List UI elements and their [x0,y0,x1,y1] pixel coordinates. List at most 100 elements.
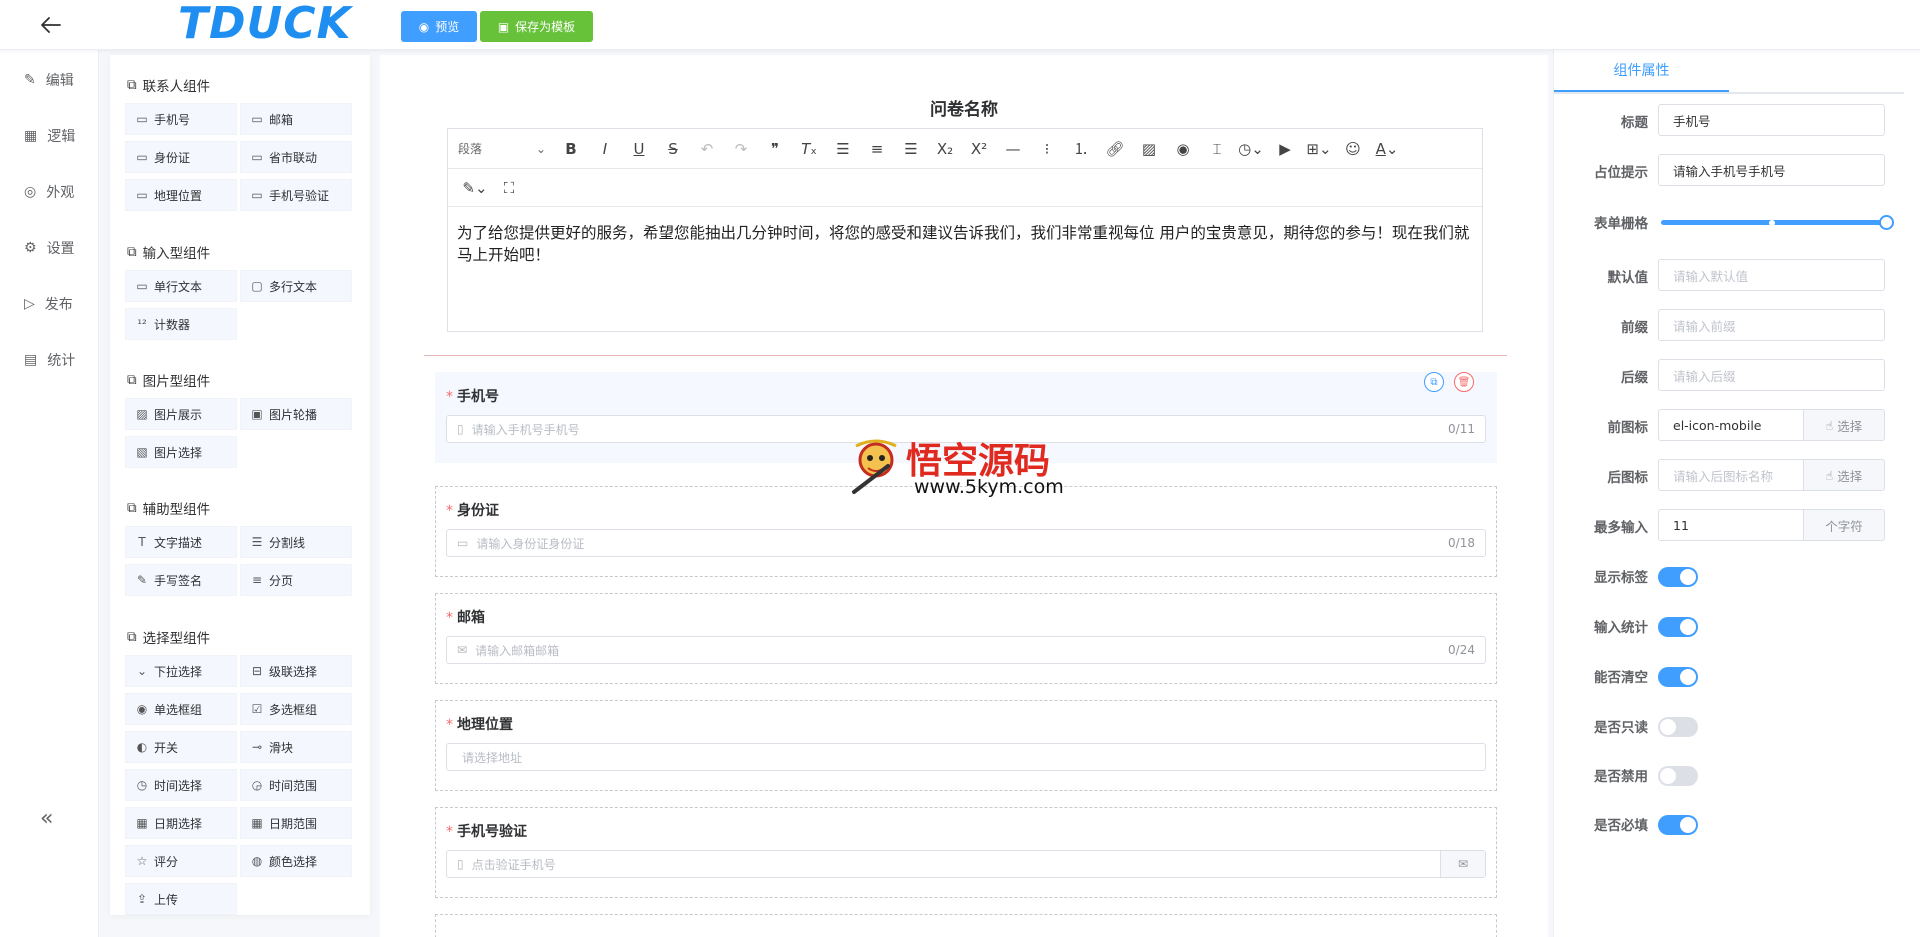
palette-item[interactable]: ≡ 分页 [240,564,352,596]
required-switch[interactable] [1658,815,1698,835]
suffix-icon-input[interactable]: 请输入后图标名称 [1658,459,1804,491]
align-right-icon[interactable]: ☰ [894,140,928,158]
disabled-switch[interactable] [1658,766,1698,786]
prefix-input[interactable]: 请输入前缀 [1658,309,1885,341]
default-value-input[interactable]: 请输入默认值 [1658,259,1885,291]
page-break-icon[interactable]: ⌶ [1200,140,1234,158]
nav-item-edit[interactable]: ✎ 编辑 [24,68,74,92]
suffix-input[interactable]: 请输入后缀 [1658,359,1885,391]
palette-item[interactable]: ▭ 省市联动 [240,141,352,173]
suffix-icon-choose-button[interactable]: ☝ 选择 [1804,459,1885,491]
palette-item[interactable]: ⇪ 上传 [125,883,237,915]
subscript-icon[interactable]: X₂ [928,140,962,158]
numbered-list-icon[interactable]: ⒈ [1064,138,1098,159]
palette-item[interactable]: ☰ 分割线 [240,526,352,558]
copy-icon[interactable]: ⧉ [1424,372,1444,392]
paragraph-select[interactable]: 段落 ⌄ [458,140,554,157]
palette-item[interactable]: ▭ 手机号 [125,103,237,135]
form-field-next[interactable] [435,914,1497,937]
palette-item[interactable]: ▭ 身份证 [125,141,237,173]
show-label-switch[interactable] [1658,567,1698,587]
palette-item[interactable]: ☑ 多选框组 [240,693,352,725]
superscript-icon[interactable]: X² [962,140,996,158]
palette-item[interactable]: ▭ 地理位置 [125,179,237,211]
horizontal-rule-icon[interactable]: — [996,140,1030,158]
palette-item[interactable]: ◷ 时间选择 [125,769,237,801]
prefix-icon-choose-button[interactable]: ☝ 选择 [1804,409,1885,441]
palette-item[interactable]: ▨ 图片展示 [125,398,237,430]
eye-icon[interactable]: ◉ [1166,140,1200,158]
nav-item-appearance[interactable]: ◎ 外观 [24,180,74,204]
strikethrough-icon[interactable]: S [656,140,690,158]
field-input[interactable]: ▯ 点击验证手机号 ✉ [446,850,1486,878]
palette-item[interactable]: ◶ 时间范围 [240,769,352,801]
form-field-phone-verify[interactable]: * 手机号验证 ▯ 点击验证手机号 ✉ [435,807,1497,898]
clear-format-icon[interactable]: Tₓ [792,140,826,158]
form-description[interactable]: 为了给您提供更好的服务，希望您能抽出几分钟时间，将您的感受和建议告诉我们，我们非… [457,222,1475,266]
palette-item[interactable]: ⌄ 下拉选择 [125,655,237,687]
table-icon[interactable]: ⊞⌄ [1302,140,1336,158]
quote-icon[interactable]: ❞ [758,140,792,158]
palette-item[interactable]: ▧ 图片选择 [125,436,237,468]
clock-icon[interactable]: ◷⌄ [1234,140,1268,158]
emoji-icon[interactable]: ☺ [1336,140,1370,158]
palette-item[interactable]: ✎ 手写签名 [125,564,237,596]
nav-item-statistics[interactable]: ▤ 统计 [24,348,75,372]
palette-item[interactable]: ◉ 单选框组 [125,693,237,725]
field-input[interactable]: ✉ 请输入邮箱邮箱 0/24 [446,636,1486,664]
nav-item-logic[interactable]: ▦ 逻辑 [24,124,75,148]
palette-item[interactable]: T 文字描述 [125,526,237,558]
nav-item-settings[interactable]: ⚙ 设置 [24,236,75,260]
video-icon[interactable]: ▶ [1268,140,1302,158]
readonly-switch[interactable] [1658,717,1698,737]
maxlength-input[interactable]: 11 [1658,509,1804,541]
form-title[interactable]: 问卷名称 [380,95,1548,120]
fullscreen-icon[interactable]: ⛶ [492,179,526,197]
palette-item[interactable]: ¹² 计数器 [125,308,237,340]
verify-button[interactable]: ✉ [1440,851,1485,877]
nav-item-publish[interactable]: ▷ 发布 [24,292,73,316]
palette-item[interactable]: ▭ 手机号验证 [240,179,352,211]
palette-item[interactable]: ▦ 日期选择 [125,807,237,839]
back-button[interactable] [38,12,64,38]
grid-slider[interactable] [1661,219,1886,226]
field-input[interactable]: 请选择地址 [446,743,1486,771]
palette-item[interactable]: ▢ 多行文本 [240,270,352,302]
undo-icon[interactable]: ↶ [690,140,724,158]
palette-item[interactable]: ▭ 邮箱 [240,103,352,135]
align-center-icon[interactable]: ≡ [860,140,894,158]
preview-button[interactable]: ◉ 预览 [401,11,477,42]
prefix-icon-input[interactable]: el-icon-mobile [1658,409,1804,441]
field-input[interactable]: ▭ 请输入身份证身份证 0/18 [446,529,1486,557]
delete-icon[interactable]: 🗑︎ [1454,372,1474,392]
palette-item[interactable]: ▭ 单行文本 [125,270,237,302]
link-icon[interactable]: 🔗︎ [1098,140,1132,158]
collapse-sidebar-button[interactable]: « [40,806,53,831]
tab-component-properties[interactable]: 组件属性 [1554,50,1729,92]
palette-item[interactable]: ⊟ 级联选择 [240,655,352,687]
palette-item[interactable]: ◍ 颜色选择 [240,845,352,877]
save-as-template-button[interactable]: ▣ 保存为模板 [480,11,593,42]
placeholder-input[interactable]: 请输入手机号手机号 [1658,154,1885,186]
font-color-icon[interactable]: A⌄ [1370,140,1404,158]
highlight-icon[interactable]: ✎⌄ [458,179,492,197]
redo-icon[interactable]: ↷ [724,140,758,158]
palette-item[interactable]: ◐ 开关 [125,731,237,763]
palette-item[interactable]: ☆ 评分 [125,845,237,877]
clearable-switch[interactable] [1658,667,1698,687]
align-left-icon[interactable]: ☰ [826,140,860,158]
bold-icon[interactable]: B [554,140,588,158]
palette-item[interactable]: ⊸ 滑块 [240,731,352,763]
form-field-location[interactable]: * 地理位置 请选择地址 [435,700,1497,791]
palette-item[interactable]: ▦ 日期范围 [240,807,352,839]
app-logo[interactable]: TDUCK [178,1,352,47]
grid-slider-handle[interactable] [1879,215,1894,230]
input-count-switch[interactable] [1658,617,1698,637]
form-field-id-card[interactable]: * 身份证 ▭ 请输入身份证身份证 0/18 [435,486,1497,577]
italic-icon[interactable]: I [588,140,622,158]
rich-text-editor[interactable]: 段落 ⌄ B I U S ↶ ↷ ❞ Tₓ ☰ ≡ ☰ X₂ X² — ⁝ ⒈ 🔗… [447,128,1483,332]
form-field-email[interactable]: * 邮箱 ✉ 请输入邮箱邮箱 0/24 [435,593,1497,684]
title-input[interactable]: 手机号 [1658,104,1885,136]
bullet-list-icon[interactable]: ⁝ [1030,140,1064,158]
palette-item[interactable]: ▣ 图片轮播 [240,398,352,430]
